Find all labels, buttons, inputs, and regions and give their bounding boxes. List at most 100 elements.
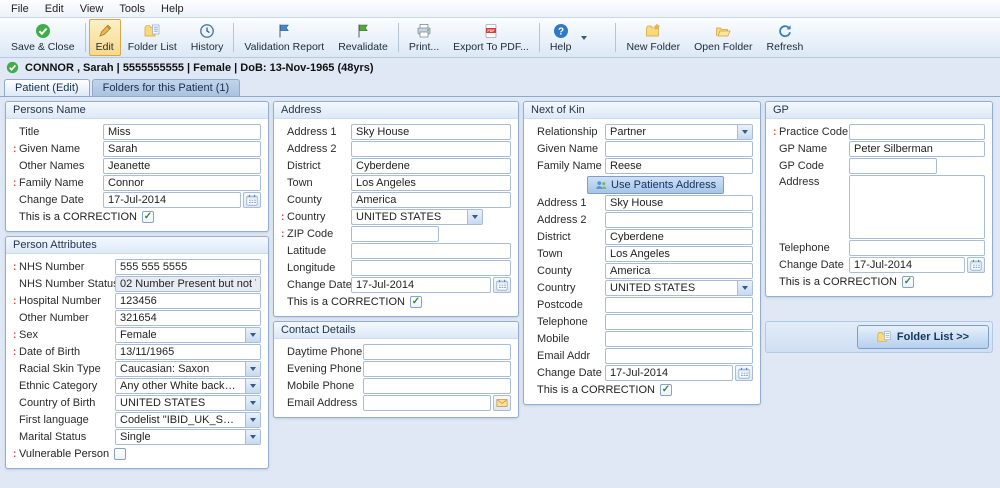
input-change-date[interactable] — [849, 257, 965, 273]
chevron-down-icon[interactable] — [245, 413, 260, 427]
input-address-1[interactable] — [605, 195, 753, 211]
input-family-name[interactable] — [103, 175, 261, 191]
input-given-name[interactable] — [605, 141, 753, 157]
toolbar-revalidate[interactable]: Revalidate — [331, 19, 395, 56]
input-date-of-birth[interactable] — [115, 344, 261, 360]
input-change-date[interactable] — [103, 192, 241, 208]
checkbox-this-is-a-correction[interactable]: ✓ — [902, 276, 914, 288]
toolbar-button-label: Export To PDF... — [453, 41, 529, 53]
input-other-number[interactable] — [115, 310, 261, 326]
toolbar-folder-list[interactable]: Folder List — [121, 19, 184, 56]
input-zip-code[interactable] — [351, 226, 439, 242]
input-given-name[interactable] — [103, 141, 261, 157]
calendar-icon[interactable] — [493, 277, 511, 293]
menu-view[interactable]: View — [72, 2, 112, 16]
input-practice-code[interactable] — [849, 124, 985, 140]
field-row-telephone: Telephone — [531, 314, 753, 330]
input-address-1[interactable] — [351, 124, 511, 140]
folder-list-button[interactable]: Folder List >> — [857, 325, 989, 349]
input-evening-phone[interactable] — [363, 361, 511, 377]
dropdown-racial-skin-type[interactable]: Caucasian: Saxon — [115, 361, 261, 377]
mail-icon[interactable] — [493, 395, 511, 411]
checkbox-vulnerable-person[interactable] — [114, 448, 126, 460]
input-telephone[interactable] — [849, 240, 985, 256]
input-other-names[interactable] — [103, 158, 261, 174]
input-latitude[interactable] — [351, 243, 511, 259]
edit-icon — [97, 23, 113, 39]
checkbox-this-is-a-correction[interactable]: ✓ — [660, 384, 672, 396]
toolbar-edit[interactable]: Edit — [89, 19, 121, 56]
toolbar-history[interactable]: History — [184, 19, 231, 56]
toolbar-export-to-pdf[interactable]: PDFExport To PDF... — [446, 19, 536, 56]
toolbar-save-close[interactable]: Save & Close — [4, 19, 82, 56]
dropdown-value: Partner — [606, 125, 737, 139]
toolbar-open-folder[interactable]: Open Folder — [687, 19, 759, 56]
toolbar-new-folder[interactable]: New Folder — [619, 19, 687, 56]
input-change-date[interactable] — [605, 365, 733, 381]
chevron-down-icon[interactable] — [245, 328, 260, 342]
input-town[interactable] — [605, 246, 753, 262]
input-gp-name[interactable] — [849, 141, 985, 157]
menu-help[interactable]: Help — [153, 2, 192, 16]
input-mobile[interactable] — [605, 331, 753, 347]
input-daytime-phone[interactable] — [363, 344, 511, 360]
input-address-2[interactable] — [351, 141, 511, 157]
menu-file[interactable]: File — [3, 2, 37, 16]
menu-edit[interactable]: Edit — [37, 2, 72, 16]
dropdown-marital-status[interactable]: Single — [115, 429, 261, 445]
chevron-down-icon[interactable] — [245, 379, 260, 393]
input-telephone[interactable] — [605, 314, 753, 330]
input-hospital-number[interactable] — [115, 293, 261, 309]
calendar-icon[interactable] — [243, 192, 261, 208]
input-gp-code[interactable] — [849, 158, 937, 174]
input-family-name[interactable] — [605, 158, 753, 174]
input-mobile-phone[interactable] — [363, 378, 511, 394]
dropdown-country[interactable]: UNITED STATES — [605, 280, 753, 296]
dropdown-sex[interactable]: Female — [115, 327, 261, 343]
toolbar-help-dropdown[interactable] — [578, 19, 590, 56]
textarea-address[interactable] — [849, 175, 985, 239]
input-longitude[interactable] — [351, 260, 511, 276]
input-email-address[interactable] — [363, 395, 491, 411]
use-patients-address-button[interactable]: Use Patients Address — [587, 176, 724, 194]
checkbox-this-is-a-correction[interactable]: ✓ — [410, 296, 422, 308]
checkbox-this-is-a-correction[interactable]: ✓ — [142, 211, 154, 223]
input-nhs-number-status[interactable] — [115, 276, 261, 292]
toolbar-help[interactable]: ?Help — [543, 19, 579, 56]
input-county[interactable] — [351, 192, 511, 208]
field-label: Address — [779, 176, 849, 188]
input-email-addr[interactable] — [605, 348, 753, 364]
input-nhs-number[interactable] — [115, 259, 261, 275]
menu-tools[interactable]: Tools — [111, 2, 153, 16]
input-postcode[interactable] — [605, 297, 753, 313]
chevron-down-icon[interactable] — [245, 362, 260, 376]
dropdown-country-of-birth[interactable]: UNITED STATES — [115, 395, 261, 411]
calendar-icon[interactable] — [967, 257, 985, 273]
checkbox-label: This is a CORRECTION — [537, 384, 660, 396]
field-label: Change Date — [287, 279, 351, 291]
chevron-down-icon[interactable] — [737, 125, 752, 139]
input-title[interactable] — [103, 124, 261, 140]
chevron-down-icon[interactable] — [245, 430, 260, 444]
tab-folders-for-this-patient-1[interactable]: Folders for this Patient (1) — [92, 79, 241, 96]
input-town[interactable] — [351, 175, 511, 191]
tab-patient-edit[interactable]: Patient (Edit) — [4, 79, 90, 96]
input-change-date[interactable] — [351, 277, 491, 293]
dropdown-relationship[interactable]: Partner — [605, 124, 753, 140]
field-row-mobile-phone: Mobile Phone — [281, 378, 511, 394]
toolbar-validation-report[interactable]: Validation Report — [237, 19, 331, 56]
input-district[interactable] — [605, 229, 753, 245]
chevron-down-icon[interactable] — [467, 210, 482, 224]
field-row-evening-phone: Evening Phone — [281, 361, 511, 377]
dropdown-ethnic-category[interactable]: Any other White background — [115, 378, 261, 394]
dropdown-country[interactable]: UNITED STATES — [351, 209, 483, 225]
input-county[interactable] — [605, 263, 753, 279]
toolbar-refresh[interactable]: Refresh — [760, 19, 811, 56]
chevron-down-icon[interactable] — [737, 281, 752, 295]
dropdown-first-language[interactable]: Codelist "IBID_UK_SPOKEN_LANGUAGE" n... — [115, 412, 261, 428]
chevron-down-icon[interactable] — [245, 396, 260, 410]
calendar-icon[interactable] — [735, 365, 753, 381]
toolbar-print[interactable]: Print... — [402, 19, 446, 56]
input-address-2[interactable] — [605, 212, 753, 228]
input-district[interactable] — [351, 158, 511, 174]
